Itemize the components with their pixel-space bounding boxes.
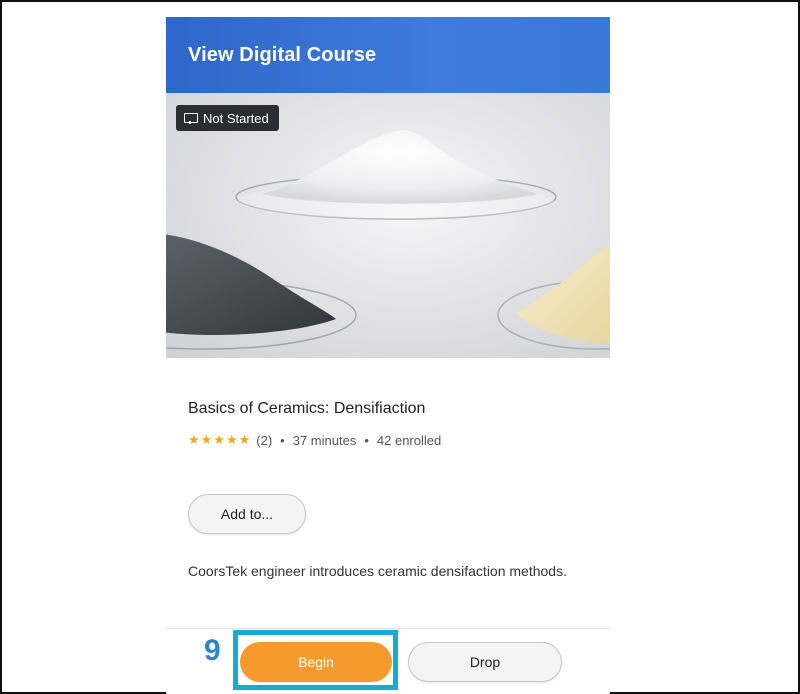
- rating-count: (2): [256, 432, 273, 448]
- add-to-button[interactable]: Add to...: [188, 494, 306, 534]
- rating-stars-icon: ★★★★★: [188, 432, 252, 447]
- dark-powder-pile: [166, 234, 336, 335]
- course-title: Basics of Ceramics: Densifiaction: [188, 400, 426, 417]
- drop-button[interactable]: Drop: [408, 642, 562, 682]
- enrolled-count: 42 enrolled: [376, 432, 442, 448]
- ceramic-powders-illustration: [166, 130, 610, 350]
- separator-dot: •: [364, 432, 369, 448]
- course-meta: ★★★★★ (2) • 37 minutes • 42 enrolled: [188, 432, 441, 448]
- status-badge: Not Started: [176, 105, 279, 131]
- presentation-icon: [184, 113, 198, 124]
- white-powder-pile: [262, 130, 538, 204]
- course-duration: 37 minutes: [292, 432, 357, 448]
- course-details: Basics of Ceramics: Densifiaction ★★★★★ …: [166, 358, 610, 628]
- status-badge-label: Not Started: [203, 110, 269, 126]
- page-title: View Digital Course: [188, 43, 377, 66]
- yellow-powder-pile: [516, 245, 610, 344]
- course-screen: View Digital Course Not Started Basics o…: [166, 17, 610, 694]
- step-number-annotation: 9: [204, 634, 221, 667]
- course-description: CoorsTek engineer introduces ceramic den…: [188, 563, 567, 579]
- app-header: View Digital Course: [166, 17, 610, 93]
- course-hero-image: Not Started: [166, 93, 610, 358]
- separator-dot: •: [280, 432, 285, 448]
- begin-button[interactable]: Begin: [240, 642, 392, 682]
